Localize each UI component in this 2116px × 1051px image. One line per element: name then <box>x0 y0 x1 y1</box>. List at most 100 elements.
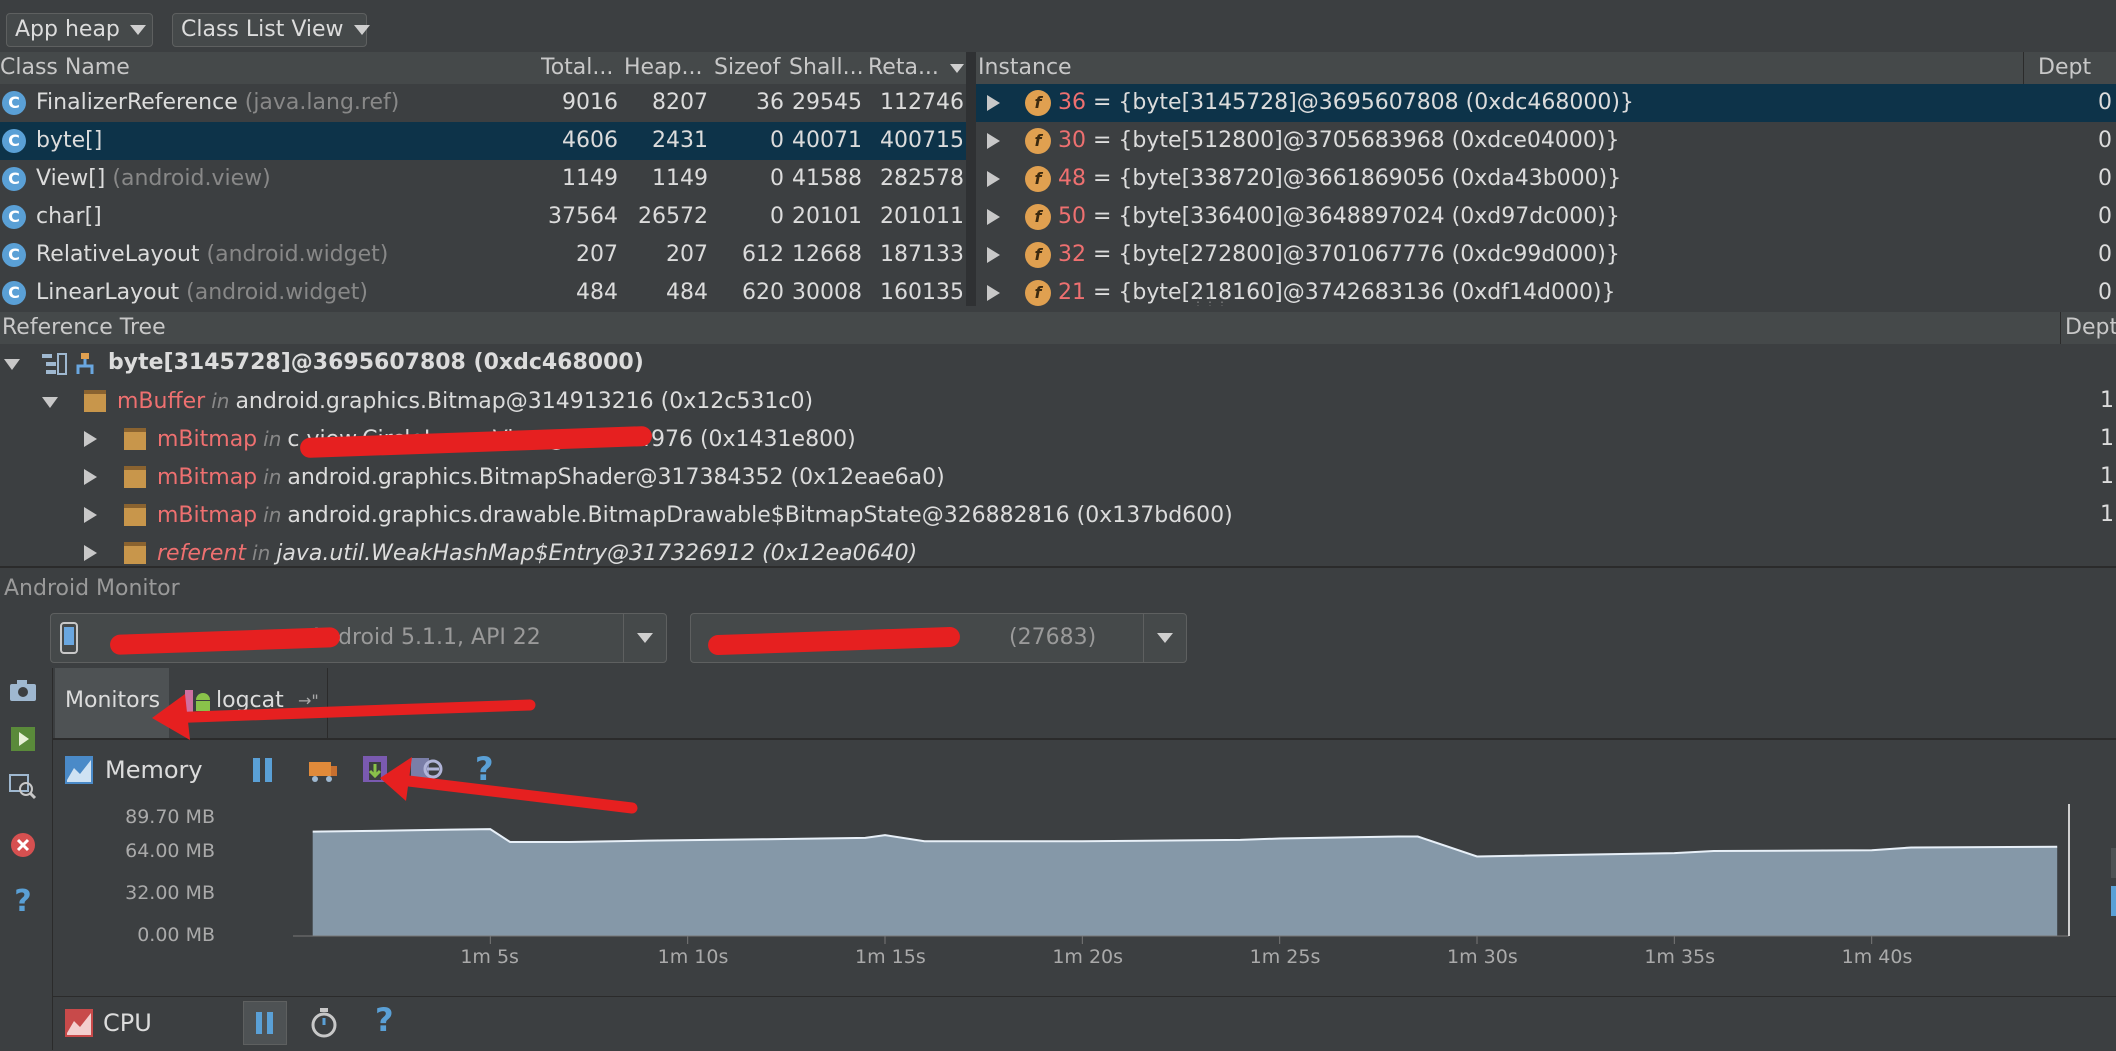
instance-value: = {byte[3145728]@3695607808 (0xdc468000)… <box>1086 90 1634 115</box>
resize-grip-icon[interactable]: ⋮⋮⋮ <box>1192 296 1228 306</box>
list-item[interactable]: f 36 = {byte[3145728]@3695607808 (0xdc468… <box>976 84 2116 122</box>
x-tick-label: 1m 15s <box>855 946 926 968</box>
collapse-icon[interactable] <box>42 397 58 408</box>
expand-icon[interactable] <box>84 431 97 447</box>
scrollbar-thumb[interactable] <box>2111 886 2116 916</box>
column-retained[interactable]: Reta... <box>868 52 948 84</box>
column-heap[interactable]: Heap... <box>624 52 710 84</box>
list-item[interactable]: f 48 = {byte[338720]@3661869056 (0xda43b0… <box>976 160 2116 198</box>
system-info-icon[interactable] <box>8 772 38 802</box>
field-icon <box>124 428 146 450</box>
expand-icon[interactable] <box>987 171 1000 187</box>
list-item[interactable]: f 32 = {byte[272800]@3701067776 (0xdc99d0… <box>976 236 2116 274</box>
phone-icon <box>59 622 79 654</box>
tree-row[interactable]: mBuffer in android.graphics.Bitmap@3149132… <box>0 382 2116 420</box>
chevron-down-icon[interactable] <box>1143 614 1186 662</box>
dump-java-heap-icon[interactable] <box>361 754 391 784</box>
instance-value: = {byte[272800]@3701067776 (0xdc99d000)} <box>1086 242 1620 267</box>
instance-value: = {byte[218160]@3742683136 (0xdf14d000)} <box>1086 280 1616 305</box>
tree-row[interactable]: mBitmap in android.graphics.drawable.Bitma… <box>0 496 2116 534</box>
expand-icon[interactable] <box>987 95 1000 111</box>
tab-logcat-label: logcat <box>216 688 284 713</box>
expand-icon[interactable] <box>84 507 97 523</box>
cpu-chart-icon <box>65 1009 93 1037</box>
expand-icon[interactable] <box>987 247 1000 263</box>
instance-label: 48 = {byte[338720]@3661869056 (0xda43b00… <box>1058 160 1621 198</box>
tree-depth: 1 <box>2100 388 2114 413</box>
cpu-header: CPU ? <box>53 996 2116 1051</box>
memory-chart: 89.70 MB 64.00 MB 32.00 MB 0.00 MB 1m 5s… <box>53 800 2116 996</box>
monitor-tabbar <box>53 668 2116 740</box>
monitor-sidebar: ? <box>0 668 53 1050</box>
expand-icon[interactable] <box>84 545 97 561</box>
tab-pin-icon[interactable]: →" <box>298 668 319 734</box>
field-name: mBuffer <box>117 389 206 414</box>
help-icon[interactable]: ? <box>8 884 38 919</box>
pause-icon[interactable] <box>243 1001 287 1045</box>
reference-tree: byte[3145728]@3695607808 (0xdc468000) mB… <box>0 344 2116 566</box>
heap-select[interactable]: App heap <box>6 13 153 47</box>
field-icon: f <box>1025 242 1051 268</box>
tree-root-row[interactable]: byte[3145728]@3695607808 (0xdc468000) <box>0 344 2116 382</box>
column-class-name[interactable]: Class Name <box>0 52 530 84</box>
tab-logcat[interactable]: logcat →" <box>170 668 328 738</box>
pause-icon[interactable] <box>251 756 275 784</box>
tree-row-label: mBitmap in android.graphics.BitmapShader@3… <box>157 458 945 497</box>
tree-row-label: mBuffer in android.graphics.Bitmap@3149132… <box>117 382 813 421</box>
device-os: Android 5.1.1, API 22 <box>309 625 541 650</box>
camera-icon[interactable] <box>8 676 38 706</box>
column-total[interactable]: Total... <box>541 52 623 84</box>
field-name: mBitmap <box>157 503 258 528</box>
field-name: referent <box>157 541 247 566</box>
list-item[interactable]: f 50 = {byte[336400]@3648897024 (0xd97dc0… <box>976 198 2116 236</box>
field-icon <box>124 466 146 488</box>
tab-monitors[interactable]: Monitors <box>55 668 169 738</box>
referrer-object: android.graphics.BitmapShader@317384352 … <box>287 465 945 490</box>
list-item[interactable]: f 21 = {byte[218160]@3742683136 (0xdf14d0… <box>976 274 2116 306</box>
x-tick-label: 1m 30s <box>1447 946 1518 968</box>
instance-depth: 0 <box>2098 242 2112 267</box>
chevron-down-icon <box>129 25 146 35</box>
heap-select-value: App heap <box>15 17 120 42</box>
tree-row[interactable]: referent in java.util.WeakHashMap$Entry@31… <box>0 534 2116 566</box>
field-icon: f <box>1025 90 1051 116</box>
help-icon[interactable]: ? <box>375 1001 394 1039</box>
allocation-tracking-icon[interactable] <box>409 754 443 784</box>
column-depth[interactable]: Dept <box>2023 52 2116 84</box>
method-trace-icon[interactable] <box>309 1007 339 1039</box>
expand-icon[interactable] <box>987 285 1000 301</box>
tree-row[interactable]: mBitmap in android.graphics.BitmapShader@3… <box>0 458 2116 496</box>
x-tick-label: 1m 10s <box>657 946 729 968</box>
x-tick-label: 1m 5s <box>460 946 519 968</box>
gc-icon[interactable] <box>307 754 339 784</box>
tree-depth: 1 <box>2100 502 2114 527</box>
tree-depth: 1 <box>2100 464 2114 489</box>
collapse-icon[interactable] <box>4 359 20 370</box>
view-select[interactable]: Class List View <box>172 13 370 47</box>
expand-icon[interactable] <box>987 209 1000 225</box>
expand-icon[interactable] <box>84 469 97 485</box>
x-tick-label: 1m 40s <box>1841 946 1913 968</box>
column-shallow[interactable]: Shall... <box>789 52 865 84</box>
field-icon: f <box>1025 280 1051 306</box>
column-instance[interactable]: Instance <box>978 52 1578 84</box>
field-name: mBitmap <box>157 465 258 490</box>
instance-depth: 0 <box>2098 204 2112 229</box>
instance-value: = {byte[338720]@3661869056 (0xda43b000)} <box>1086 166 1622 191</box>
column-sizeof[interactable]: Sizeof <box>714 52 786 84</box>
instance-depth: 0 <box>2098 90 2112 115</box>
list-item[interactable]: f 30 = {byte[512800]@3705683968 (0xdce040… <box>976 122 2116 160</box>
chevron-down-icon[interactable] <box>623 614 666 662</box>
instance-label: 30 = {byte[512800]@3705683968 (0xdce0400… <box>1058 122 1619 160</box>
referrer-object: android.graphics.Bitmap@314913216 (0x12c… <box>235 389 814 414</box>
terminate-icon[interactable] <box>8 830 38 860</box>
view-select-value: Class List View <box>181 17 344 42</box>
column-depth: Dept <box>2060 312 2116 344</box>
screen-record-icon[interactable] <box>8 724 38 754</box>
help-icon[interactable]: ? <box>475 750 494 788</box>
sort-desc-icon <box>950 64 964 73</box>
cpu-label: CPU <box>103 1009 152 1037</box>
scrollbar-track[interactable] <box>2111 848 2116 878</box>
expand-icon[interactable] <box>987 133 1000 149</box>
tree-root-label: byte[3145728]@3695607808 (0xdc468000) <box>108 350 644 375</box>
